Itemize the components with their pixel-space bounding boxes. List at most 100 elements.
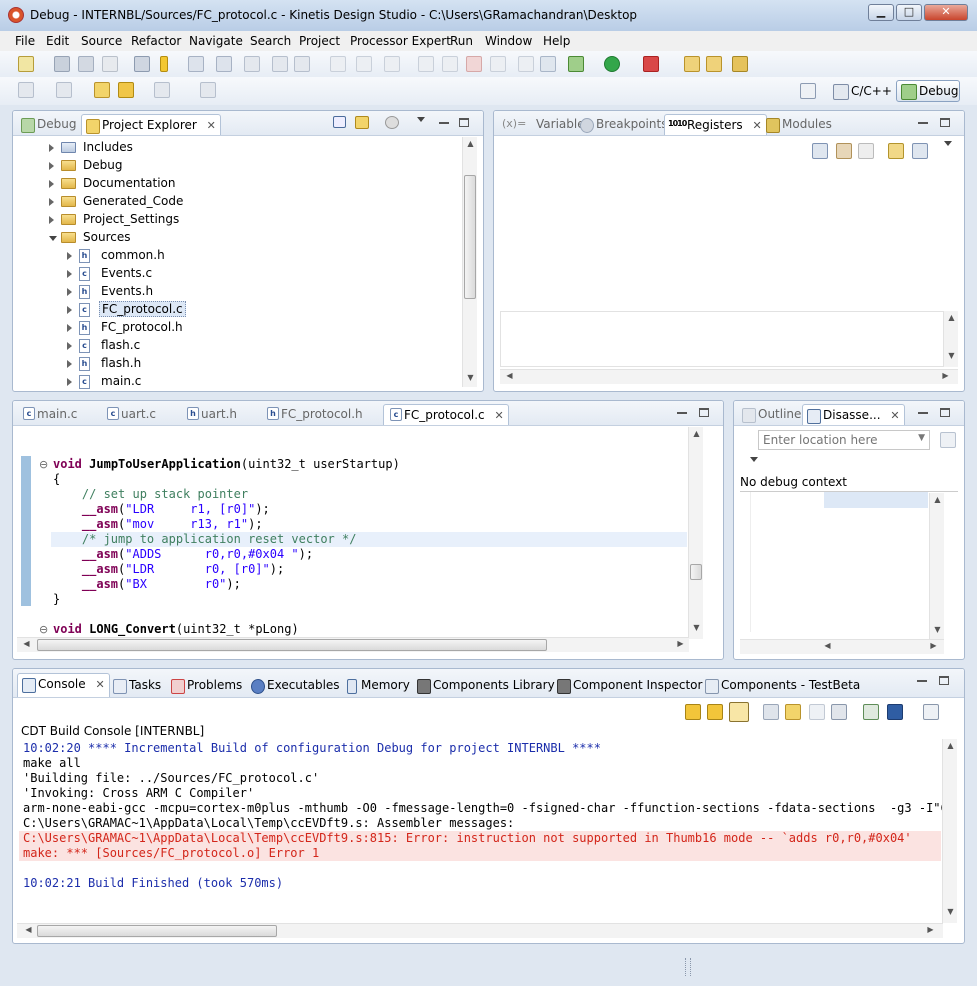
scroll-thumb[interactable]: [690, 564, 702, 580]
scroll-right-icon[interactable]: ▶: [926, 641, 941, 650]
save-icon[interactable]: [54, 56, 70, 72]
expand-right-icon[interactable]: [67, 360, 72, 368]
external-tools-icon[interactable]: [643, 56, 659, 72]
minimize-button[interactable]: ▁: [868, 4, 894, 21]
menu-navigate[interactable]: Navigate: [189, 34, 243, 48]
debug-bug-icon[interactable]: [568, 56, 584, 72]
last-edit-icon[interactable]: [94, 82, 110, 98]
word-wrap-icon[interactable]: [809, 704, 825, 720]
suspend-icon[interactable]: [442, 56, 458, 72]
menu-source[interactable]: Source: [81, 34, 122, 48]
tree-item[interactable]: h flash.h: [13, 355, 443, 373]
expand-right-icon[interactable]: [67, 270, 72, 278]
tab-tasks[interactable]: Tasks: [109, 675, 165, 696]
display-console-icon[interactable]: [887, 704, 903, 720]
minimize-view-icon[interactable]: [439, 118, 449, 124]
collapse-registers-icon[interactable]: [912, 143, 928, 159]
location-input[interactable]: [759, 431, 907, 449]
tab-console[interactable]: Console ✕: [17, 673, 110, 697]
edit-register-group-icon[interactable]: [836, 143, 852, 159]
close-icon[interactable]: ✕: [753, 119, 762, 132]
go-to-location-icon[interactable]: [940, 432, 956, 448]
fold-toggle-icon[interactable]: ⊖: [39, 623, 48, 636]
menu-file[interactable]: File: [15, 34, 35, 48]
reset-icon[interactable]: [540, 56, 556, 72]
restart-icon[interactable]: [490, 56, 506, 72]
maximize-view-icon[interactable]: [459, 118, 469, 127]
scroll-left-icon[interactable]: ◀: [19, 639, 34, 648]
scroll-lock-icon[interactable]: [729, 702, 749, 722]
minimize-view-icon[interactable]: [917, 676, 927, 682]
expand-right-icon[interactable]: [49, 180, 54, 188]
filter-icon[interactable]: [385, 116, 399, 129]
tab-problems[interactable]: Problems: [167, 675, 246, 696]
fold-toggle-icon[interactable]: ⊖: [39, 458, 48, 471]
view-menu-icon[interactable]: [944, 141, 952, 146]
scroll-left-icon[interactable]: ◀: [21, 925, 36, 934]
tab-memory[interactable]: Memory: [341, 675, 414, 696]
expand-right-icon[interactable]: [67, 342, 72, 350]
expand-right-icon[interactable]: [67, 324, 72, 332]
menu-run[interactable]: Run: [450, 34, 473, 48]
expand-right-icon[interactable]: [67, 378, 72, 386]
tree-item[interactable]: c flash.c: [13, 337, 443, 355]
step-return-icon[interactable]: [330, 56, 346, 72]
pin-editor-icon[interactable]: [200, 82, 216, 98]
tree-item[interactable]: c Events.c: [13, 265, 443, 283]
back-arrow-icon[interactable]: [118, 82, 134, 98]
scroll-up-icon[interactable]: ▲: [930, 495, 945, 504]
open-folder-icon[interactable]: [684, 56, 700, 72]
scroll-thumb[interactable]: [37, 925, 277, 937]
tree-item[interactable]: c main.c: [13, 373, 443, 391]
new-icon[interactable]: [18, 56, 34, 72]
editor-vertical-scrollbar[interactable]: ▲ ▼: [688, 427, 703, 639]
forward-arrow-icon[interactable]: [154, 82, 170, 98]
tab-components-library[interactable]: Components Library: [413, 675, 559, 696]
scroll-right-icon[interactable]: ▶: [673, 639, 688, 648]
scroll-down-icon[interactable]: ▼: [689, 623, 704, 632]
expand-right-icon[interactable]: [67, 252, 72, 260]
layout-icon[interactable]: [888, 143, 904, 159]
tree-item[interactable]: Debug: [13, 157, 443, 175]
add-register-group-icon[interactable]: [812, 143, 828, 159]
tab-debug[interactable]: Debug: [17, 114, 80, 135]
next-error-icon[interactable]: [685, 704, 701, 720]
wand-icon[interactable]: [732, 56, 748, 72]
scroll-up-icon[interactable]: ▲: [463, 139, 478, 148]
maximize-view-icon[interactable]: [939, 676, 949, 685]
tab-outline[interactable]: Outline: [738, 404, 805, 425]
refresh-icon[interactable]: [188, 56, 204, 72]
pin-console-icon[interactable]: [863, 704, 879, 720]
tree-item[interactable]: Includes: [13, 139, 443, 157]
close-icon[interactable]: ✕: [494, 409, 503, 422]
perspective-debug[interactable]: Debug: [896, 80, 960, 102]
scroll-down-icon[interactable]: ▼: [930, 625, 945, 634]
scroll-up-icon[interactable]: ▲: [944, 313, 959, 322]
tab-components-testbeta[interactable]: Components - TestBeta: [701, 675, 864, 696]
step-filter-icon[interactable]: [216, 56, 232, 72]
minimize-editor-icon[interactable]: [677, 408, 687, 414]
minimize-view-icon[interactable]: [918, 408, 928, 414]
maximize-editor-icon[interactable]: [699, 408, 709, 417]
view-menu-icon[interactable]: [417, 117, 425, 122]
tab-project-explorer[interactable]: Project Explorer ✕: [81, 114, 221, 135]
menu-help[interactable]: Help: [543, 34, 570, 48]
lightning-icon[interactable]: [160, 56, 168, 72]
menu-window[interactable]: Window: [485, 34, 532, 48]
tab-executables[interactable]: Executables: [247, 675, 344, 696]
scroll-right-icon[interactable]: ▶: [938, 371, 953, 380]
minimize-view-icon[interactable]: [918, 118, 928, 124]
explorer-vertical-scrollbar[interactable]: ▲ ▼: [462, 137, 477, 387]
tab-disassembly[interactable]: Disasse... ✕: [802, 404, 905, 425]
open-project-icon[interactable]: [706, 56, 722, 72]
annotation-prev-icon[interactable]: [56, 82, 72, 98]
print-icon[interactable]: [102, 56, 118, 72]
registers-horizontal-scrollbar[interactable]: ◀ ▶: [500, 369, 958, 384]
editor-tab-fc-protocol-h[interactable]: h FC_protocol.h: [261, 404, 367, 425]
scroll-down-icon[interactable]: ▼: [463, 373, 478, 382]
console-horizontal-scrollbar[interactable]: ◀ ▶: [17, 923, 943, 938]
editor-tab-main-c[interactable]: c main.c: [17, 404, 81, 425]
tab-component-inspector[interactable]: Component Inspector: [553, 675, 706, 696]
tree-item[interactable]: h FC_protocol.h: [13, 319, 443, 337]
step-over-icon[interactable]: [356, 56, 372, 72]
